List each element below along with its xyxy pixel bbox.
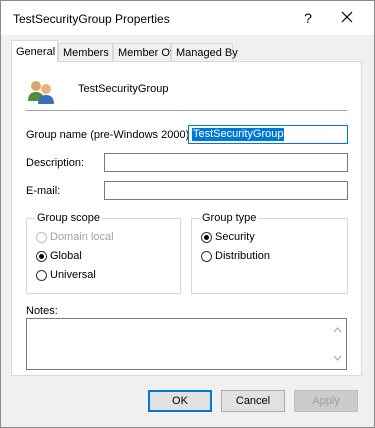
scope-global-radio[interactable]: Global	[36, 250, 82, 262]
radio-icon	[36, 250, 47, 262]
email-label: E-mail:	[26, 185, 61, 197]
type-security-label: Security	[215, 231, 255, 243]
close-button[interactable]	[335, 7, 359, 29]
description-field[interactable]	[104, 153, 348, 172]
group-scope-title: Group scope	[35, 212, 102, 224]
group-display-name: TestSecurityGroup	[78, 83, 169, 95]
radio-icon	[36, 231, 47, 243]
tab-managed-by[interactable]: Managed By	[171, 43, 238, 61]
scope-global-label: Global	[50, 250, 82, 262]
type-distribution-radio[interactable]: Distribution	[201, 250, 270, 262]
scope-universal-label: Universal	[50, 269, 96, 281]
type-security-radio[interactable]: Security	[201, 231, 255, 243]
scope-domain-local-label: Domain local	[50, 231, 114, 243]
apply-button[interactable]: Apply	[294, 390, 358, 412]
email-field[interactable]	[104, 181, 348, 200]
cancel-button[interactable]: Cancel	[221, 390, 285, 412]
help-button[interactable]: ?	[298, 8, 318, 28]
group-name-label: Group name (pre-Windows 2000):	[26, 129, 193, 141]
title-bar: TestSecurityGroup Properties ?	[1, 1, 374, 35]
group-name-value: TestSecurityGroup	[192, 128, 285, 141]
tab-general[interactable]: General	[11, 40, 58, 62]
scroll-down-icon[interactable]	[333, 355, 342, 361]
window-title: TestSecurityGroup Properties	[13, 12, 170, 26]
scope-universal-radio[interactable]: Universal	[36, 269, 96, 281]
type-distribution-label: Distribution	[215, 250, 271, 262]
ok-button[interactable]: OK	[148, 390, 212, 412]
scope-domain-local-radio[interactable]: Domain local	[36, 231, 114, 243]
tab-members[interactable]: Members	[58, 43, 113, 61]
group-name-field[interactable]: TestSecurityGroup	[188, 125, 348, 144]
close-icon	[341, 11, 353, 23]
radio-icon	[201, 231, 212, 243]
description-label: Description:	[26, 157, 85, 169]
notes-label: Notes:	[26, 305, 58, 317]
group-icon	[26, 78, 56, 104]
separator	[26, 110, 347, 111]
scroll-up-icon[interactable]	[333, 327, 342, 333]
radio-icon	[36, 269, 47, 281]
radio-icon	[201, 250, 212, 262]
notes-textarea[interactable]	[26, 318, 347, 370]
tab-member-of[interactable]: Member Of	[113, 43, 173, 61]
group-type-title: Group type	[200, 212, 259, 224]
